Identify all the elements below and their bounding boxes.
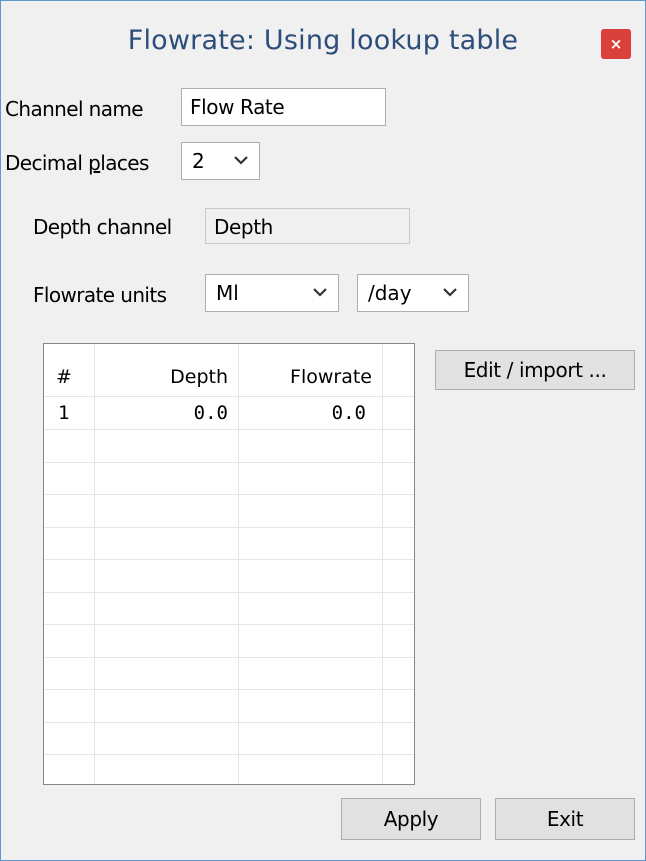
row-divider bbox=[44, 462, 414, 463]
lookup-table-dialog: Flowrate: Using lookup table × Channel n… bbox=[0, 0, 646, 861]
row-divider bbox=[44, 657, 414, 658]
window-title: Flowrate: Using lookup table bbox=[127, 25, 519, 56]
close-icon: × bbox=[609, 35, 623, 53]
title-bar[interactable]: Flowrate: Using lookup table × bbox=[1, 1, 645, 89]
row-divider bbox=[44, 559, 414, 560]
flowrate-units-label: Flowrate units bbox=[33, 283, 167, 307]
close-button[interactable]: × bbox=[601, 29, 631, 59]
channel-name-input[interactable]: Flow Rate bbox=[181, 88, 386, 126]
row-divider bbox=[44, 527, 414, 528]
row-divider bbox=[44, 624, 414, 625]
column-header-index[interactable]: # bbox=[56, 344, 92, 394]
row-divider bbox=[44, 494, 414, 495]
depth-channel-field: Depth bbox=[205, 208, 410, 244]
row-divider bbox=[44, 396, 414, 397]
chevron-down-icon bbox=[234, 156, 248, 165]
flowrate-unit-select[interactable]: Ml bbox=[205, 274, 339, 312]
cell-flowrate[interactable]: 0.0 bbox=[238, 398, 366, 432]
channel-name-label: Channel name bbox=[5, 97, 144, 121]
row-divider bbox=[44, 722, 414, 723]
cell-index[interactable]: 1 bbox=[58, 398, 92, 432]
flowrate-unit-value: Ml bbox=[216, 281, 239, 305]
column-divider bbox=[382, 344, 383, 784]
apply-button[interactable]: Apply bbox=[341, 798, 481, 840]
flowrate-period-select[interactable]: /day bbox=[357, 274, 469, 312]
lookup-table[interactable]: # Depth Flowrate 1 0.0 0.0 bbox=[43, 343, 415, 785]
column-header-flowrate[interactable]: Flowrate bbox=[238, 344, 372, 394]
cell-depth[interactable]: 0.0 bbox=[94, 398, 228, 432]
exit-button[interactable]: Exit bbox=[495, 798, 635, 840]
row-divider bbox=[44, 592, 414, 593]
chevron-down-icon bbox=[313, 288, 327, 297]
depth-channel-label: Depth channel bbox=[33, 215, 172, 239]
row-divider bbox=[44, 689, 414, 690]
row-divider bbox=[44, 754, 414, 755]
flowrate-period-value: /day bbox=[368, 281, 412, 305]
decimal-places-select[interactable]: 2 bbox=[181, 142, 260, 180]
column-header-depth[interactable]: Depth bbox=[94, 344, 228, 394]
decimal-places-value: 2 bbox=[192, 149, 205, 173]
decimal-places-label: Decimal places bbox=[5, 151, 149, 175]
chevron-down-icon bbox=[443, 288, 457, 297]
edit-import-button[interactable]: Edit / import ... bbox=[435, 350, 635, 390]
